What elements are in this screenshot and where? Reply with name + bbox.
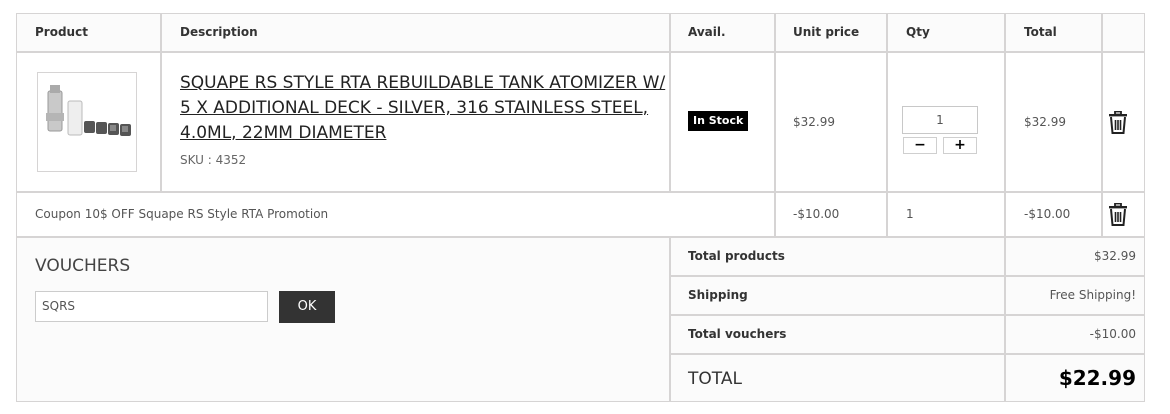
col-divider-2b [669, 236, 671, 401]
col-divider-5 [1004, 14, 1006, 401]
header-availability: Avail. [688, 25, 726, 39]
col-divider-1 [160, 14, 162, 192]
delete-coupon-trash-icon[interactable] [1107, 202, 1129, 227]
header-description: Description [180, 25, 258, 39]
coupon-label: Coupon 10$ OFF Squape RS Style RTA Promo… [35, 207, 329, 221]
total-products-value: $32.99 [1094, 249, 1136, 263]
summary-divider-1 [669, 275, 1144, 277]
summary-divider-2 [669, 314, 1144, 316]
product-image[interactable] [37, 72, 137, 172]
summary-divider-3 [669, 353, 1144, 355]
grand-total-value: $22.99 [1058, 366, 1136, 390]
voucher-code-input[interactable]: SQRS [35, 291, 268, 322]
coupon-divider [17, 236, 1144, 238]
quantity-increase-button[interactable]: + [943, 137, 977, 154]
header-total: Total [1024, 25, 1057, 39]
coupon-total: -$10.00 [1024, 207, 1071, 221]
availability-badge: In Stock [688, 111, 749, 131]
header-divider [17, 51, 1144, 53]
item-divider [17, 191, 1144, 193]
atomizer-image [46, 85, 131, 136]
col-divider-6 [1101, 14, 1103, 237]
cart-summary-table: Product Description Avail. Unit price Qt… [16, 13, 1145, 402]
coupon-unit-price: -$10.00 [793, 207, 840, 221]
col-divider-4 [886, 14, 888, 237]
product-unit-price: $32.99 [793, 115, 835, 129]
grand-total-label: TOTAL [688, 369, 742, 389]
header-unit-price: Unit price [793, 25, 860, 39]
delete-product-trash-icon[interactable] [1107, 110, 1129, 135]
shipping-label: Shipping [688, 288, 748, 302]
total-vouchers-value: -$10.00 [1089, 327, 1136, 341]
coupon-qty: 1 [906, 207, 914, 221]
product-total: $32.99 [1024, 115, 1066, 129]
product-name-link[interactable]: SQUAPE RS STYLE RTA REBUILDABLE TANK ATO… [180, 71, 670, 146]
total-vouchers-label: Total vouchers [688, 327, 787, 341]
product-sku: SKU : 4352 [180, 153, 247, 167]
vouchers-title: VOUCHERS [35, 256, 131, 276]
quantity-decrease-button[interactable]: − [903, 137, 937, 154]
header-qty: Qty [906, 25, 930, 39]
voucher-ok-button[interactable]: OK [279, 291, 335, 323]
total-products-label: Total products [688, 249, 785, 263]
shipping-value: Free Shipping! [1049, 288, 1136, 302]
header-product: Product [35, 25, 88, 39]
col-divider-3 [774, 14, 776, 237]
quantity-input[interactable]: 1 [902, 106, 978, 134]
